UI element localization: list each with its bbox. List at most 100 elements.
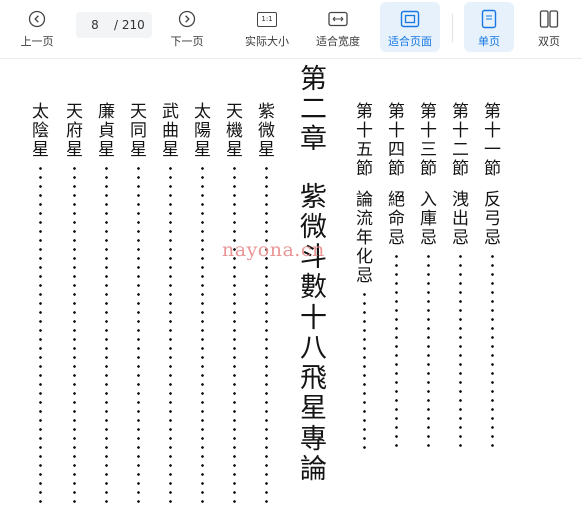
fit-page-button[interactable]: 适合页面	[380, 2, 440, 52]
section-title: 絕命忌	[388, 191, 405, 248]
glyph: 飛	[300, 363, 327, 395]
glyph: 府	[66, 121, 83, 142]
page-number-box[interactable]: 8 / 210	[76, 12, 152, 38]
prev-page-button[interactable]: 上一页	[10, 2, 64, 52]
glyph: 五	[356, 140, 373, 161]
glyph: 廉	[98, 102, 115, 122]
glyph: 忌	[452, 228, 469, 249]
leader-dots	[73, 164, 76, 505]
section-entry[interactable]: 第十一節 反弓忌	[484, 102, 501, 453]
glyph: 庫	[420, 209, 437, 230]
glyph: 反	[484, 190, 501, 211]
glyph: 太	[32, 102, 49, 122]
document-page: 第十一節 反弓忌 第十二節 洩出忌 第十三節 入庫忌 第十四節 絕命忌 第十五節…	[0, 59, 582, 508]
glyph: 絕	[388, 190, 405, 211]
v: 天機星	[226, 102, 243, 160]
section-number: 第十二節	[452, 102, 469, 179]
section-title: 洩出忌	[452, 191, 469, 248]
prev-page-label: 上一页	[20, 35, 54, 48]
glyph: 節	[356, 159, 373, 180]
glyph: 年	[356, 228, 373, 249]
glyph: 紫	[300, 181, 327, 213]
star-name: 太陽星	[194, 102, 211, 161]
glyph: 第	[356, 102, 373, 122]
actual-size-icon-text: 1:1	[257, 11, 277, 27]
star-entry[interactable]: 廉貞星	[98, 102, 115, 505]
star-name: 太陰星	[32, 102, 49, 160]
glyph: 十	[484, 121, 501, 142]
leader-dots	[169, 164, 172, 505]
actual-size-button[interactable]: 1:1 实际大小	[238, 2, 296, 52]
glyph: 章	[300, 124, 327, 156]
glyph: 忌	[420, 228, 437, 249]
glyph: 星	[194, 140, 211, 161]
chevron-right-icon	[178, 8, 196, 30]
glyph: 節	[484, 159, 501, 180]
glyph: 星	[98, 140, 115, 161]
star-entry[interactable]: 太陽星	[194, 102, 211, 505]
next-page-button[interactable]: 下一页	[160, 2, 214, 52]
glyph: 八	[300, 332, 327, 364]
glyph: 微	[258, 121, 275, 142]
glyph: 入	[420, 190, 437, 211]
glyph: 星	[66, 140, 83, 161]
fit-width-button[interactable]: 适合宽度	[308, 2, 368, 52]
glyph: 天	[66, 102, 83, 122]
section-title: 論流年化忌	[356, 191, 373, 286]
leader-dots	[105, 164, 108, 505]
double-page-button[interactable]: 双页	[524, 2, 574, 52]
star-entry[interactable]: 天府星	[66, 102, 83, 505]
page-current-input[interactable]: 8	[76, 18, 114, 32]
double-page-icon	[539, 8, 559, 30]
star-entry[interactable]: 太陰星	[32, 102, 49, 505]
glyph: 出	[452, 209, 469, 230]
leader-dots	[459, 252, 462, 453]
section-number: 第十四節	[388, 102, 405, 180]
star-entry[interactable]: 天同星	[130, 102, 147, 505]
glyph: 第	[388, 102, 405, 122]
glyph: 曲	[162, 121, 179, 142]
glyph: 節	[388, 159, 405, 180]
glyph: 星	[258, 140, 275, 161]
toolbar-divider	[452, 14, 453, 42]
v: 第十五節	[356, 102, 373, 180]
single-page-label: 单页	[478, 35, 500, 48]
section-entry[interactable]: 第十三節 入庫忌	[420, 102, 437, 453]
v: 天府星	[66, 102, 83, 161]
glyph: 紫	[258, 102, 275, 122]
v: 太陰星	[32, 102, 49, 160]
page-total: / 210	[114, 18, 145, 32]
v: 絕命忌	[388, 191, 405, 248]
glyph: 第	[484, 102, 501, 122]
star-entry[interactable]: 天機星	[226, 102, 243, 505]
star-entry[interactable]: 武曲星	[162, 102, 179, 505]
glyph: 十	[420, 121, 437, 142]
section-entry[interactable]: 第十五節 論流年化忌	[356, 102, 373, 451]
fit-page-icon	[400, 8, 420, 30]
actual-size-label: 实际大小	[245, 35, 289, 48]
glyph: 專	[300, 423, 327, 455]
star-name: 廉貞星	[98, 102, 115, 161]
glyph: 化	[356, 247, 373, 268]
glyph: 星	[300, 393, 327, 425]
glyph: 四	[388, 140, 405, 161]
glyph: 一	[484, 140, 501, 161]
section-entry[interactable]: 第十四節 絕命忌	[388, 102, 405, 453]
single-page-icon	[481, 8, 497, 30]
v: 反弓忌	[484, 191, 501, 248]
leader-dots	[491, 252, 494, 453]
glyph: 十	[388, 121, 405, 142]
glyph: 二	[452, 140, 469, 161]
glyph: 天	[226, 102, 243, 122]
glyph: 陽	[194, 121, 211, 142]
v: 紫微星	[258, 102, 275, 161]
glyph: 流	[356, 209, 373, 230]
single-page-button[interactable]: 单页	[464, 2, 514, 52]
glyph: 機	[226, 121, 243, 142]
leader-dots	[363, 290, 366, 451]
v: 入庫忌	[420, 191, 437, 248]
section-entry[interactable]: 第十二節 洩出忌	[452, 102, 469, 453]
glyph: 十	[356, 121, 373, 142]
star-entry[interactable]: 紫微星	[258, 102, 275, 505]
section-number: 第十三節	[420, 102, 437, 179]
